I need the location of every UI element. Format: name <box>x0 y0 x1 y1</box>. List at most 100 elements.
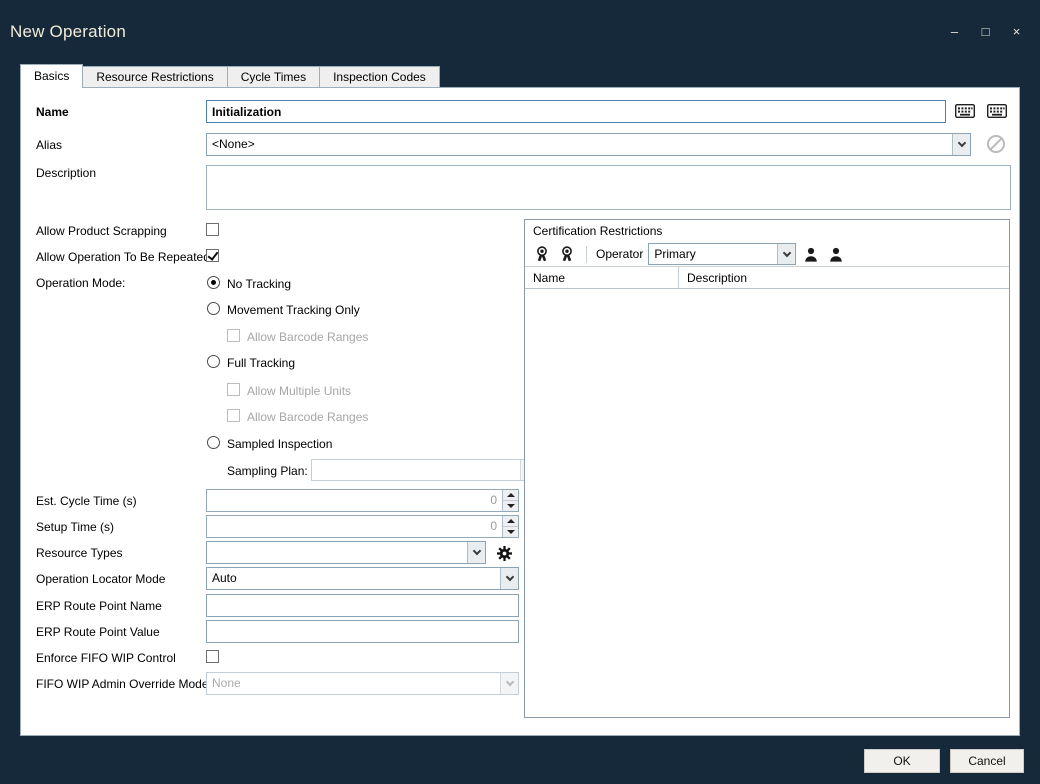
allow-product-scrapping-checkbox[interactable] <box>206 223 219 236</box>
sampling-plan-select <box>311 459 539 481</box>
movement-tracking-label: Movement Tracking Only <box>227 303 360 317</box>
close-icon[interactable]: × <box>1009 24 1024 39</box>
operation-locator-mode-value: Auto <box>212 571 237 585</box>
fifo-wip-admin-override-mode-label: FIFO WIP Admin Override Mode <box>36 677 209 691</box>
spin-up-icon <box>506 493 515 497</box>
column-header-description[interactable]: Description <box>679 267 1009 288</box>
erp-route-point-value-input[interactable] <box>206 620 519 643</box>
window-controls: – □ × <box>947 24 1024 39</box>
keyboard-glyph <box>987 104 1007 118</box>
est-cycle-time-spin-buttons <box>502 490 518 511</box>
fifo-override-dropdown-button <box>500 673 518 694</box>
setup-time-value: 0 <box>490 519 497 533</box>
certification-table-body <box>525 289 1009 717</box>
certification-table-header: Name Description <box>525 267 1009 289</box>
allow-multiple-units-label: Allow Multiple Units <box>247 384 352 398</box>
toolbar-separator <box>586 245 587 263</box>
alias-label: Alias <box>36 138 63 152</box>
movement-allow-barcode-label: Allow Barcode Ranges <box>247 330 369 344</box>
tab-basics[interactable]: Basics <box>20 64 84 88</box>
no-tracking-label: No Tracking <box>227 277 292 291</box>
window-title: New Operation <box>10 22 126 41</box>
allow-multiple-units-checkbox <box>227 383 240 396</box>
erp-route-point-name-input[interactable] <box>206 594 519 617</box>
remove-certification-icon[interactable] <box>557 244 577 264</box>
chevron-down-icon <box>505 677 514 687</box>
description-input[interactable] <box>206 165 1011 210</box>
est-cycle-time-input[interactable]: 0 <box>206 489 519 512</box>
tab-cycle-times[interactable]: Cycle Times <box>227 66 321 88</box>
gear-icon[interactable] <box>495 544 513 562</box>
sampled-inspection-radio[interactable] <box>207 436 220 449</box>
enforce-fifo-wip-control-label: Enforce FIFO WIP Control <box>36 651 176 665</box>
setup-time-spin-buttons <box>502 516 518 537</box>
resource-types-label: Resource Types <box>36 546 123 560</box>
sampling-plan-value <box>312 460 520 480</box>
chevron-down-icon <box>472 546 481 556</box>
full-tracking-radio[interactable] <box>207 355 220 368</box>
sampling-plan-label: Sampling Plan: <box>227 464 308 478</box>
alias-value: <None> <box>212 137 255 151</box>
operation-locator-mode-label: Operation Locator Mode <box>36 572 166 586</box>
erp-route-point-name-label: ERP Route Point Name <box>36 599 162 613</box>
full-tracking-label: Full Tracking <box>227 356 296 370</box>
operator-dropdown-button[interactable] <box>777 244 796 264</box>
setup-time-input[interactable]: 0 <box>206 515 519 538</box>
operator-select[interactable]: Primary <box>648 243 797 265</box>
basics-tab-panel: Name Alias <None> Description <box>20 87 1020 736</box>
est-cycle-time-value: 0 <box>490 493 497 507</box>
resource-types-select[interactable] <box>206 541 486 564</box>
est-cycle-time-up-button[interactable] <box>503 490 518 501</box>
remove-operator-icon[interactable] <box>826 244 846 264</box>
tab-resource-restrictions[interactable]: Resource Restrictions <box>83 66 228 88</box>
resource-types-dropdown-button[interactable] <box>467 542 485 563</box>
fifo-wip-admin-override-mode-select: None <box>206 672 519 695</box>
add-operator-icon[interactable] <box>801 244 821 264</box>
chevron-down-icon <box>782 248 792 257</box>
movement-tracking-radio[interactable] <box>207 302 220 315</box>
operator-value: Primary <box>654 247 696 261</box>
allow-operation-repeated-checkbox[interactable] <box>206 249 219 262</box>
no-tracking-radio[interactable] <box>207 276 220 289</box>
full-allow-barcode-checkbox <box>227 409 240 422</box>
copy-translations-icon[interactable] <box>986 101 1008 121</box>
certification-toolbar: Operator Primary <box>525 242 1009 267</box>
alias-dropdown-button[interactable] <box>952 134 970 155</box>
translations-icon[interactable] <box>954 101 976 121</box>
certification-restrictions-panel: Certification Restrictions Operator Prim… <box>524 219 1010 718</box>
ok-button[interactable]: OK <box>864 749 940 773</box>
spin-down-icon <box>506 504 515 508</box>
name-label: Name <box>36 105 69 119</box>
est-cycle-time-down-button[interactable] <box>503 501 518 511</box>
est-cycle-time-label: Est. Cycle Time (s) <box>36 494 137 508</box>
alias-select[interactable]: <None> <box>206 133 971 156</box>
cancel-button[interactable]: Cancel <box>950 749 1024 773</box>
operation-mode-label: Operation Mode: <box>36 276 126 290</box>
operation-locator-mode-dropdown-button[interactable] <box>500 568 518 589</box>
operator-label: Operator <box>596 247 644 261</box>
chevron-down-icon <box>505 572 514 582</box>
maximize-icon[interactable]: □ <box>978 24 993 39</box>
setup-time-up-button[interactable] <box>503 516 518 527</box>
allow-operation-repeated-label: Allow Operation To Be Repeated <box>36 250 210 264</box>
tab-inspection-codes[interactable]: Inspection Codes <box>320 66 440 88</box>
certification-restrictions-title: Certification Restrictions <box>533 224 663 238</box>
clear-alias-icon <box>987 135 1005 153</box>
column-header-name[interactable]: Name <box>525 267 679 288</box>
operation-locator-mode-select[interactable]: Auto <box>206 567 519 590</box>
setup-time-down-button[interactable] <box>503 527 518 537</box>
resource-types-value <box>207 542 467 563</box>
enforce-fifo-wip-control-checkbox[interactable] <box>206 650 219 663</box>
spin-up-icon <box>506 519 515 523</box>
setup-time-label: Setup Time (s) <box>36 520 115 534</box>
erp-route-point-value-label: ERP Route Point Value <box>36 625 160 639</box>
add-certification-icon[interactable] <box>532 244 552 264</box>
allow-product-scrapping-label: Allow Product Scrapping <box>36 224 167 238</box>
name-input[interactable] <box>206 100 946 123</box>
minimize-icon[interactable]: – <box>947 24 962 39</box>
keyboard-glyph <box>955 104 975 118</box>
full-allow-barcode-label: Allow Barcode Ranges <box>247 410 369 424</box>
movement-allow-barcode-checkbox <box>227 329 240 342</box>
fifo-wip-admin-override-mode-value: None <box>212 676 241 690</box>
spin-down-icon <box>506 530 515 534</box>
